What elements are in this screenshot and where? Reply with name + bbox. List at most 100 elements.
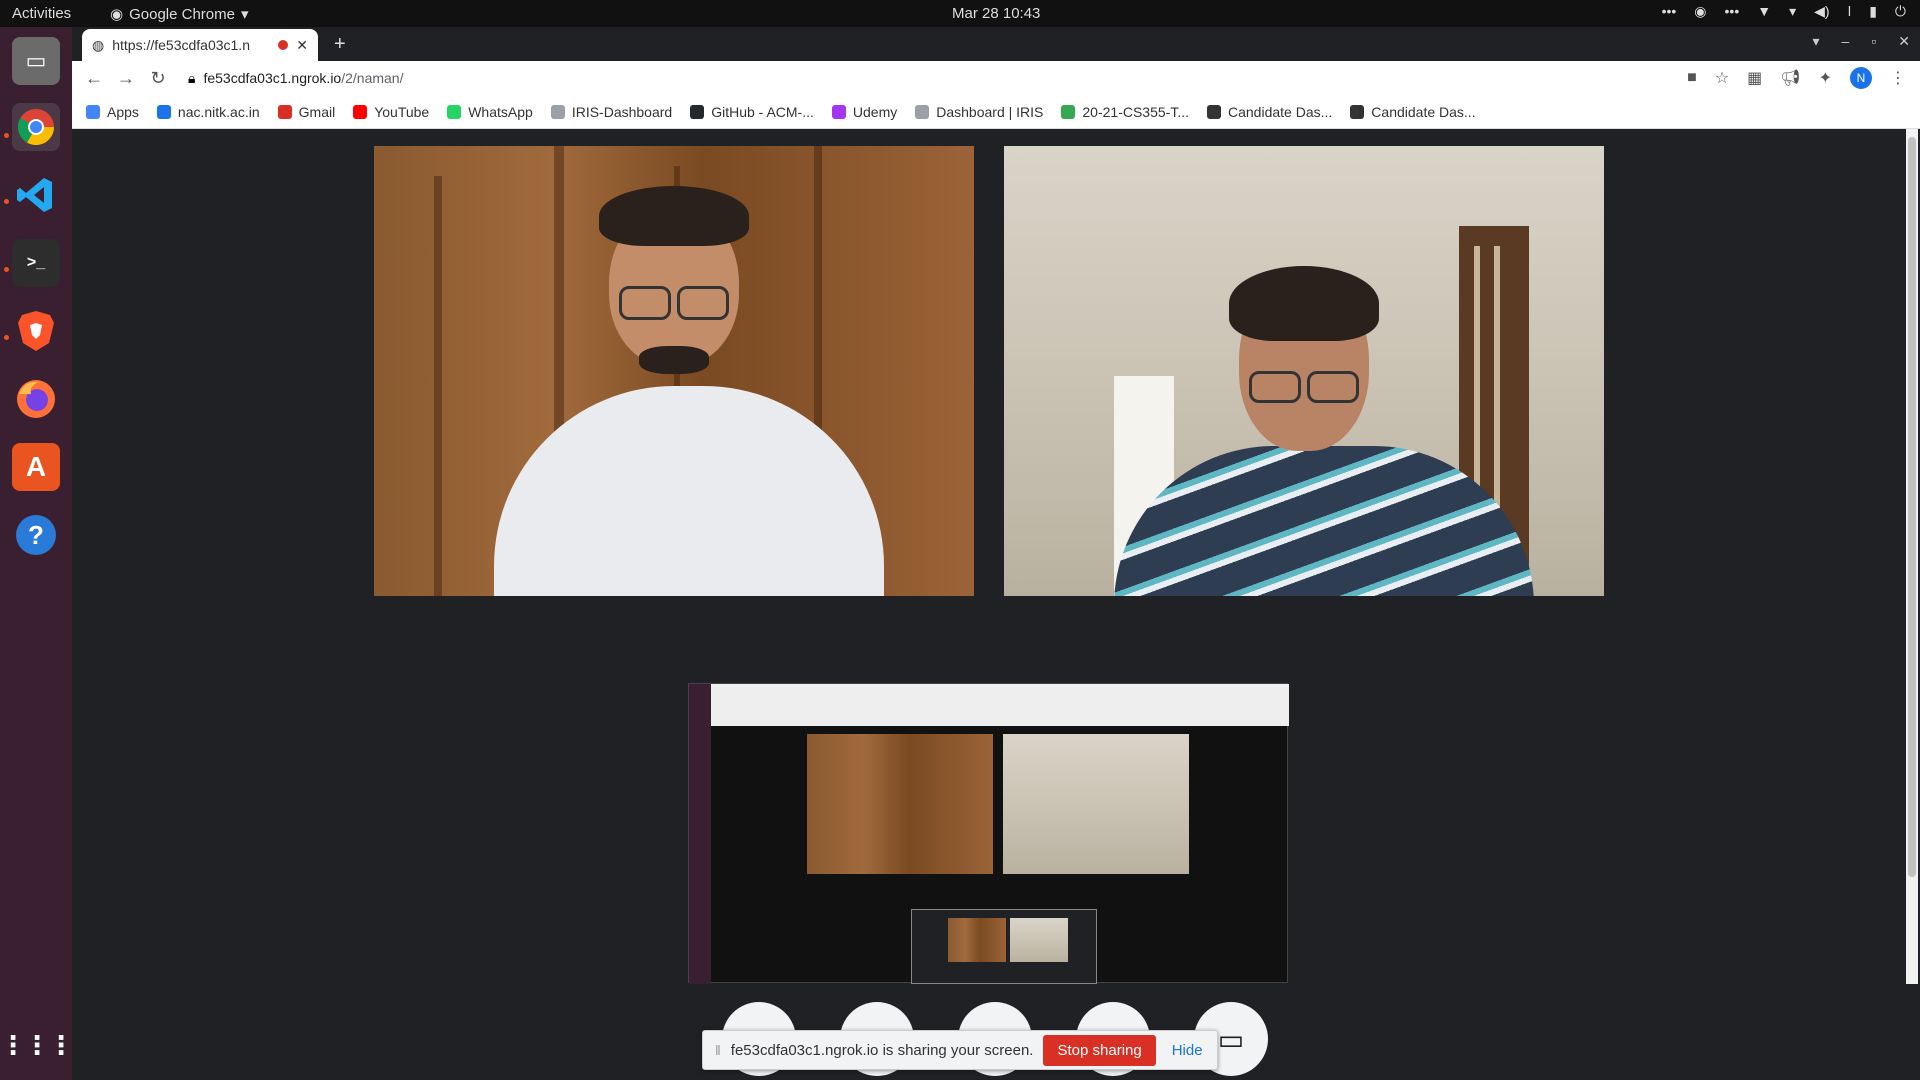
screen-share-preview bbox=[688, 683, 1289, 984]
firefox-icon[interactable] bbox=[12, 375, 60, 423]
bookmark-favicon-icon bbox=[447, 104, 462, 119]
app-menu[interactable]: ◉ Google Chrome ▾ bbox=[110, 5, 249, 24]
forward-icon[interactable]: → bbox=[110, 68, 142, 89]
bookmark-item[interactable]: GitHub - ACM-... bbox=[690, 104, 814, 120]
brave-tray-icon[interactable]: ▼ bbox=[1757, 3, 1771, 20]
chrome-small-icon: ◉ bbox=[110, 6, 124, 23]
bookmark-item[interactable]: WhatsApp bbox=[447, 104, 533, 120]
bookmark-favicon-icon bbox=[1061, 104, 1076, 119]
lock-icon[interactable]: 🔒︎ bbox=[188, 70, 195, 87]
running-indicator bbox=[4, 267, 9, 272]
terminal-icon[interactable]: >_ bbox=[12, 239, 60, 287]
scrollbar-thumb[interactable] bbox=[1908, 137, 1916, 877]
bookmark-favicon-icon bbox=[277, 104, 292, 119]
tab-title: https://fe53cdfa03c1.n bbox=[112, 37, 250, 53]
recording-indicator-icon bbox=[278, 40, 289, 50]
chrome-tray-icon[interactable]: ◉ bbox=[1694, 3, 1706, 20]
tab-search-icon[interactable]: ▾ bbox=[1812, 33, 1819, 50]
bookmark-item[interactable]: Udemy bbox=[831, 103, 898, 120]
microphone-icon[interactable]: ǀ bbox=[1848, 3, 1852, 20]
brave-icon[interactable] bbox=[12, 307, 60, 355]
clock[interactable]: Mar 28 10:43 bbox=[952, 5, 1040, 22]
bookmark-item[interactable]: IRIS-Dashboard bbox=[550, 103, 673, 120]
page-content bbox=[72, 129, 1920, 984]
running-indicator bbox=[4, 199, 9, 204]
remote-video-2 bbox=[1004, 146, 1604, 596]
bookmark-label: GitHub - ACM-... bbox=[711, 103, 814, 120]
globe-icon: ◍ bbox=[92, 36, 105, 53]
bookmarks-bar: Apps nac.nitk.ac.in Gmail YouTube WhatsApp IR… bbox=[72, 95, 1920, 129]
close-window-button[interactable]: ✕ bbox=[1898, 33, 1910, 50]
bookmark-label: WhatsApp bbox=[468, 103, 533, 120]
bookmark-label: 20-21-CS355-T... bbox=[1082, 103, 1189, 120]
monitor-icon: ▭ bbox=[1217, 1023, 1245, 1055]
sharing-message: fe53cdfa03c1.ngrok.io is sharing your sc… bbox=[730, 1041, 1034, 1059]
activities-button[interactable]: Activities bbox=[12, 5, 71, 22]
wifi-icon[interactable]: ▾ bbox=[1789, 3, 1796, 20]
overflow-icon[interactable]: ••• bbox=[1662, 3, 1677, 20]
minimize-button[interactable]: – bbox=[1842, 33, 1850, 50]
remote-video-1 bbox=[374, 146, 974, 596]
app-menu-label: Google Chrome bbox=[129, 5, 235, 23]
bookmark-label: Dashboard | IRIS bbox=[936, 103, 1044, 120]
chevron-down-icon: ▾ bbox=[240, 6, 249, 23]
bookmark-item[interactable]: 20-21-CS355-T... bbox=[1061, 104, 1189, 120]
toolbar-actions: ■ ☆ ▦ 📢︎ ✦ N ⋮ bbox=[1687, 67, 1906, 89]
bookmark-label: Udemy bbox=[852, 103, 898, 120]
bookmark-favicon-icon bbox=[831, 104, 846, 119]
bookmark-item[interactable]: Apps bbox=[86, 104, 139, 120]
reload-icon[interactable]: ↻ bbox=[142, 68, 174, 89]
page-scrollbar[interactable] bbox=[1906, 129, 1918, 984]
vscode-icon[interactable] bbox=[12, 171, 60, 219]
new-tab-button[interactable]: + bbox=[334, 33, 346, 56]
megaphone-icon[interactable]: 📢︎ bbox=[1780, 68, 1800, 88]
files-icon[interactable]: ▭ bbox=[12, 37, 60, 85]
bookmark-label: Candidate Das... bbox=[1371, 103, 1476, 120]
screen-sharing-notification: ‖ fe53cdfa03c1.ngrok.io is sharing your … bbox=[702, 1030, 1218, 1070]
camera-in-use-icon[interactable]: ■ bbox=[1687, 69, 1697, 87]
bookmark-label: Apps bbox=[107, 103, 139, 120]
bookmark-star-icon[interactable]: ☆ bbox=[1715, 68, 1729, 88]
bookmark-item[interactable]: Candidate Das... bbox=[1207, 104, 1332, 120]
maximize-button[interactable]: ▫ bbox=[1871, 33, 1876, 50]
bookmark-item[interactable]: nac.nitk.ac.in bbox=[156, 103, 260, 120]
close-tab-icon[interactable]: ✕ bbox=[296, 37, 308, 54]
extension-icon[interactable]: ▦ bbox=[1747, 68, 1762, 88]
address-bar[interactable]: 🔒︎ fe53cdfa03c1.ngrok.io/2/naman/ bbox=[188, 70, 403, 87]
url-host: fe53cdfa03c1.ngrok.io bbox=[203, 70, 342, 86]
bookmark-favicon-icon bbox=[915, 104, 930, 119]
chrome-icon[interactable] bbox=[12, 103, 60, 151]
battery-icon[interactable]: ▮ bbox=[1869, 3, 1877, 20]
system-tray[interactable]: ••• ◉ ••• ▼ ▾ ◀) ǀ ▮ ⏻ bbox=[1662, 3, 1906, 20]
bookmark-favicon-icon bbox=[1207, 104, 1221, 119]
bookmark-item[interactable]: Dashboard | IRIS bbox=[915, 104, 1043, 120]
bookmark-favicon-icon bbox=[550, 104, 565, 119]
toolbar: ← → ↻ 🔒︎ fe53cdfa03c1.ngrok.io/2/naman/ … bbox=[72, 61, 1920, 95]
menu-dots-icon[interactable]: ⋮ bbox=[1890, 68, 1906, 88]
stop-sharing-button[interactable]: Stop sharing bbox=[1043, 1034, 1156, 1066]
bookmark-label: nac.nitk.ac.in bbox=[177, 103, 260, 120]
tab-active[interactable]: ◍ https://fe53cdfa03c1.n ✕ bbox=[82, 29, 318, 61]
more-icon[interactable]: ••• bbox=[1725, 3, 1740, 20]
hide-button[interactable]: Hide bbox=[1166, 1042, 1209, 1059]
bookmark-label: Gmail bbox=[298, 103, 336, 120]
software-center-icon[interactable]: A bbox=[12, 443, 60, 491]
drag-handle-icon[interactable]: ‖ bbox=[715, 1042, 721, 1058]
bookmark-favicon-icon bbox=[690, 104, 705, 119]
tab-strip: ◍ https://fe53cdfa03c1.n ✕ + ▾ – ▫ ✕ bbox=[72, 27, 1920, 61]
bookmark-favicon-icon bbox=[1350, 104, 1365, 119]
profile-avatar[interactable]: N bbox=[1850, 67, 1872, 89]
bookmark-favicon-icon bbox=[353, 104, 368, 119]
bookmark-item[interactable]: Gmail bbox=[277, 103, 336, 120]
bookmark-item[interactable]: Candidate Das... bbox=[1350, 103, 1476, 120]
help-icon[interactable]: ? bbox=[12, 511, 60, 559]
bookmark-label: IRIS-Dashboard bbox=[571, 103, 673, 120]
power-icon[interactable]: ⏻ bbox=[1895, 3, 1906, 20]
url-path: /2/naman/ bbox=[341, 70, 404, 86]
volume-icon[interactable]: ◀) bbox=[1814, 3, 1829, 20]
back-icon[interactable]: ← bbox=[78, 68, 110, 89]
extensions-puzzle-icon[interactable]: ✦ bbox=[1819, 68, 1832, 88]
bookmark-label: Candidate Das... bbox=[1228, 103, 1333, 120]
show-applications-icon[interactable]: ⋮⋮⋮ bbox=[0, 1021, 74, 1069]
bookmark-item[interactable]: YouTube bbox=[353, 104, 429, 120]
